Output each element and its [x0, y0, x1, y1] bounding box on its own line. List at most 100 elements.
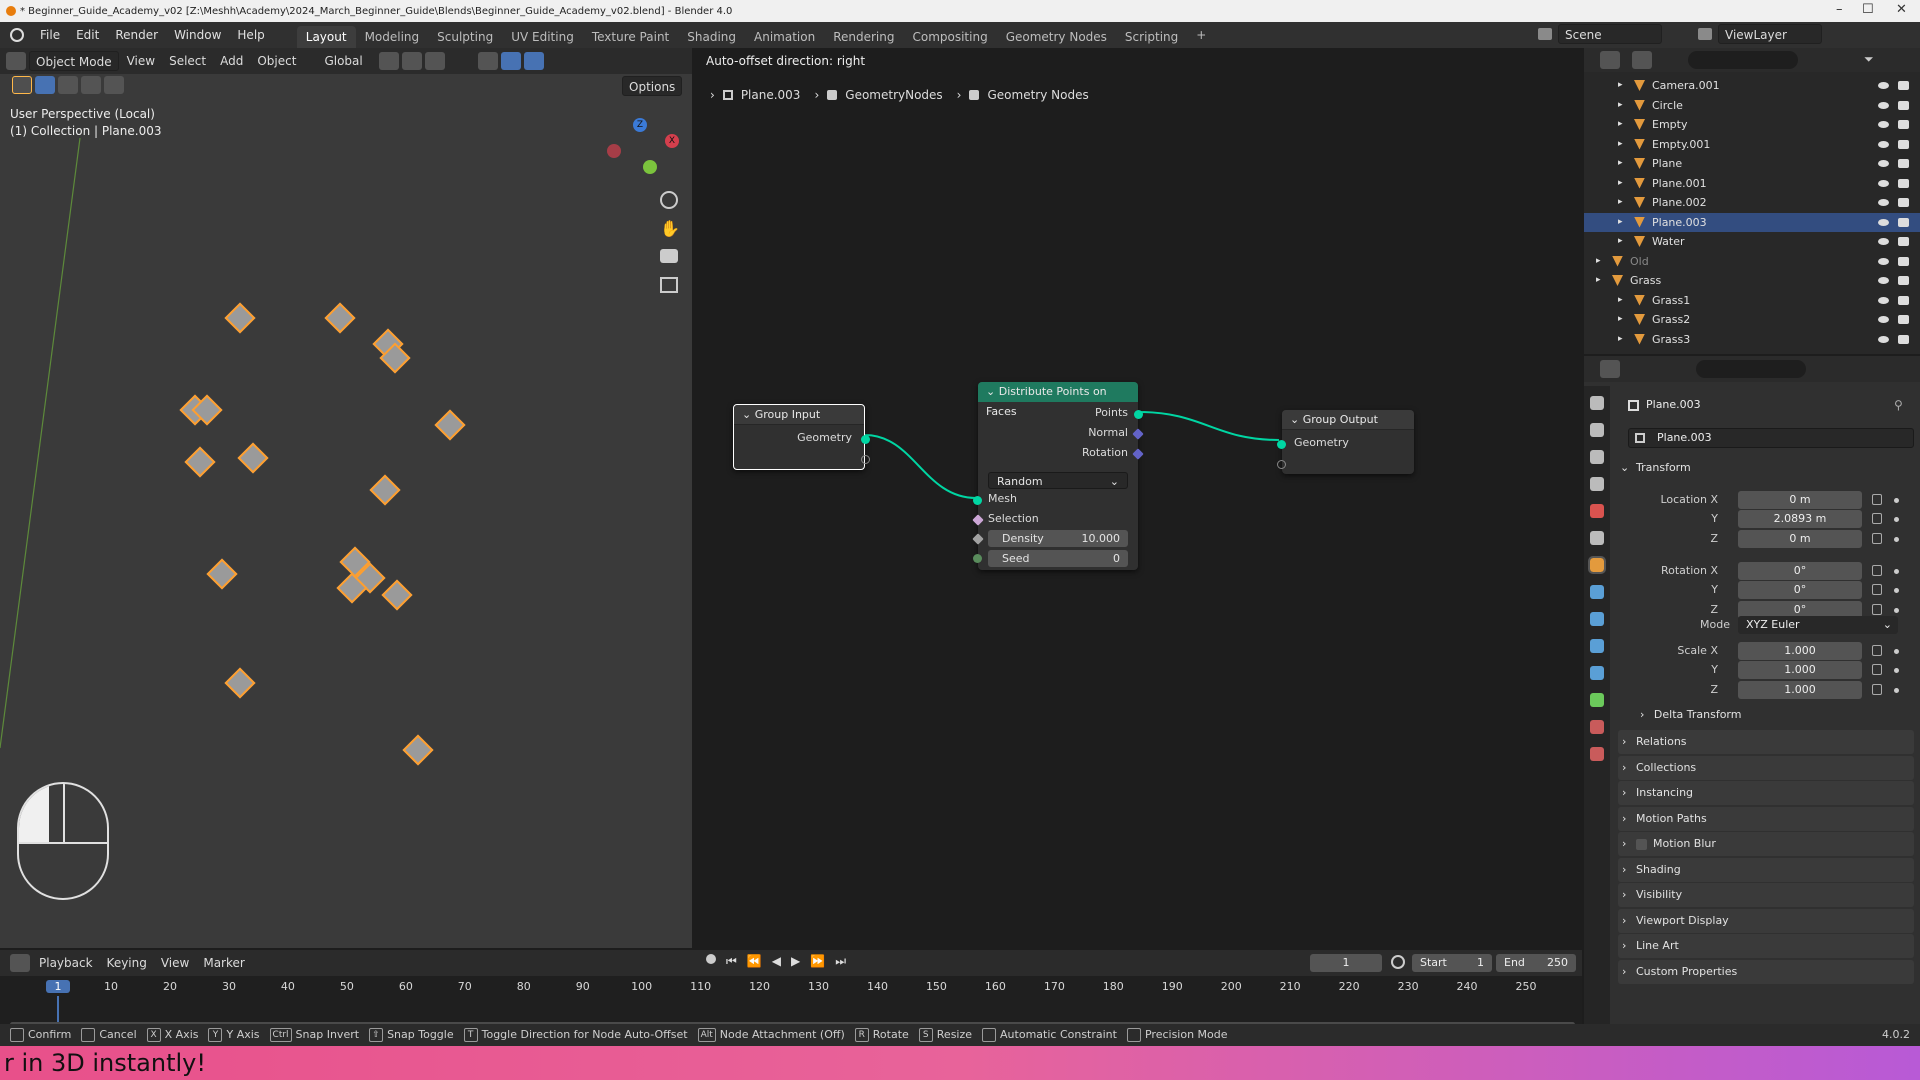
record-icon[interactable]: [706, 954, 716, 964]
menu-help[interactable]: Help: [229, 22, 272, 48]
keyframe-dot-icon[interactable]: [1894, 608, 1899, 613]
playback-menu[interactable]: Playback: [33, 953, 99, 973]
expand-arrow-icon[interactable]: ▸: [1596, 271, 1601, 290]
collapse-chevron-icon[interactable]: ⌄: [986, 385, 995, 398]
panel-collections[interactable]: › Collections: [1618, 755, 1914, 780]
lock-icon[interactable]: [1872, 533, 1882, 544]
outliner-item[interactable]: ▸ Empty.001: [1584, 135, 1920, 154]
proportional-icon[interactable]: [424, 52, 445, 70]
gizmo-neg-x-axis[interactable]: [607, 144, 621, 158]
timeline-view-menu[interactable]: View: [155, 953, 195, 973]
expand-arrow-icon[interactable]: ▸: [1618, 76, 1623, 95]
render-camera-icon[interactable]: [1898, 256, 1909, 266]
workspace-tab-sculpting[interactable]: Sculpting: [428, 26, 502, 48]
select-tool-icon[interactable]: [12, 76, 32, 94]
render-camera-icon[interactable]: [1898, 217, 1909, 227]
panel-motion-paths[interactable]: › Motion Paths: [1618, 806, 1914, 831]
eye-icon[interactable]: [1878, 160, 1889, 167]
timeline-editor-type-icon[interactable]: [10, 954, 30, 972]
expand-arrow-icon[interactable]: ▸: [1618, 96, 1623, 115]
panel-line-art[interactable]: › Line Art: [1618, 934, 1914, 958]
outliner-item[interactable]: ▸ Grass1: [1584, 291, 1920, 310]
scale-y-field[interactable]: 1.000: [1738, 661, 1862, 679]
properties-tab-physics-icon[interactable]: [1590, 666, 1604, 680]
render-camera-icon[interactable]: [1898, 139, 1909, 149]
distribute-points-node[interactable]: ⌄ Distribute Points on Faces Points Norm…: [972, 382, 1144, 570]
workspace-tab-uv-editing[interactable]: UV Editing: [502, 26, 583, 48]
outliner-item[interactable]: ▸ Grass3: [1584, 330, 1920, 349]
panel-visibility[interactable]: › Visibility: [1618, 883, 1914, 907]
rotation-mode-dropdown[interactable]: XYZ Euler ⌄: [1738, 616, 1898, 634]
menu-render[interactable]: Render: [107, 22, 166, 48]
outliner-item[interactable]: ▸ Grass2: [1584, 310, 1920, 329]
node-editor[interactable]: Auto-offset direction: right › Plane.003…: [694, 48, 1582, 948]
next-keyframe-icon[interactable]: ⏩: [810, 954, 825, 969]
select-box-new-icon[interactable]: [35, 76, 55, 94]
keying-menu[interactable]: Keying: [101, 953, 153, 973]
group-output-empty-socket[interactable]: [1277, 460, 1286, 469]
viewport-menu-object[interactable]: Object: [251, 51, 302, 71]
lock-icon[interactable]: [1872, 684, 1882, 695]
lock-icon[interactable]: [1872, 645, 1882, 656]
properties-tab-data-icon[interactable]: [1590, 720, 1604, 734]
keyframe-dot-icon[interactable]: [1894, 668, 1899, 673]
properties-search-input[interactable]: [1696, 360, 1806, 378]
visibility-icon[interactable]: [477, 52, 498, 70]
render-camera-icon[interactable]: [1898, 100, 1909, 110]
menu-window[interactable]: Window: [166, 22, 229, 48]
render-camera-icon[interactable]: [1898, 120, 1909, 129]
rotation-x-field[interactable]: 0°: [1738, 562, 1862, 580]
playhead-frame[interactable]: 1: [46, 980, 70, 993]
lock-icon[interactable]: [1872, 664, 1882, 675]
points-output-socket[interactable]: [1134, 410, 1143, 419]
scale-x-field[interactable]: 1.000: [1738, 642, 1862, 660]
jump-start-icon[interactable]: ⏮: [726, 954, 737, 969]
workspace-tab-compositing[interactable]: Compositing: [903, 26, 996, 48]
workspace-tab-scripting[interactable]: Scripting: [1116, 26, 1187, 48]
properties-tab-particles-icon[interactable]: [1590, 639, 1604, 653]
expand-arrow-icon[interactable]: ▸: [1596, 252, 1601, 271]
properties-editor[interactable]: Plane.003 ⚲ Plane.003 ⌄ Transform Locati…: [1584, 356, 1920, 1045]
start-frame-field[interactable]: Start 1: [1412, 954, 1492, 972]
expand-arrow-icon[interactable]: ▸: [1618, 213, 1623, 232]
transform-panel-header[interactable]: ⌄ Transform: [1618, 457, 1914, 479]
workspace-tab-layout[interactable]: Layout: [296, 26, 356, 48]
maximize-icon[interactable]: ☐: [1862, 2, 1874, 17]
camera-view-icon[interactable]: [660, 249, 678, 263]
outliner-item[interactable]: ▸ Plane.003: [1584, 212, 1920, 232]
lock-icon[interactable]: [1872, 565, 1882, 576]
panel-relations[interactable]: › Relations: [1618, 730, 1914, 754]
properties-tab-modifiers-icon[interactable]: [1590, 612, 1604, 626]
keyframe-dot-icon[interactable]: [1894, 688, 1899, 693]
properties-tab-object-icon[interactable]: [1590, 585, 1604, 599]
expand-arrow-icon[interactable]: ▸: [1618, 135, 1623, 154]
render-camera-icon[interactable]: [1898, 178, 1909, 188]
select-box-subtract-icon[interactable]: [81, 76, 101, 94]
eye-icon[interactable]: [1878, 82, 1889, 89]
gizmo-y-axis[interactable]: [643, 160, 657, 174]
eye-icon[interactable]: [1878, 257, 1889, 265]
motion-blur-checkbox[interactable]: [1636, 838, 1647, 850]
panel-instancing[interactable]: › Instancing: [1618, 781, 1914, 805]
navigation-gizmo[interactable]: Z X: [605, 118, 685, 228]
eye-icon[interactable]: [1878, 335, 1889, 343]
properties-tab-collection-icon[interactable]: [1588, 556, 1606, 574]
keyframe-dot-icon[interactable]: [1894, 537, 1899, 542]
select-box-invert-icon[interactable]: [104, 76, 124, 94]
properties-tab-tool-icon[interactable]: [1590, 396, 1604, 410]
render-camera-icon[interactable]: [1898, 295, 1909, 305]
playhead-line[interactable]: [57, 996, 59, 1022]
rotation-y-field[interactable]: 0°: [1738, 581, 1862, 599]
group-input-geometry-socket[interactable]: [861, 435, 870, 444]
outliner-item[interactable]: ▸ Plane: [1584, 154, 1920, 173]
play-icon[interactable]: ▶: [791, 954, 800, 969]
eye-icon[interactable]: [1878, 199, 1889, 206]
editor-type-icon[interactable]: [6, 52, 26, 70]
play-reverse-icon[interactable]: ◀: [772, 954, 781, 969]
outliner[interactable]: ⏷ ▸ Camera.001 ▸ Circle ▸ Empty ▸ Empty.001 ▸ Pla…: [1584, 48, 1920, 354]
properties-tab-constraints-icon[interactable]: [1590, 693, 1604, 707]
viewport-options-button[interactable]: Options: [622, 76, 683, 96]
lock-icon[interactable]: [1872, 604, 1882, 615]
filter-icon[interactable]: ⏷: [1864, 52, 1874, 67]
group-output-node[interactable]: ⌄ Group Output Geometry: [1277, 410, 1414, 474]
